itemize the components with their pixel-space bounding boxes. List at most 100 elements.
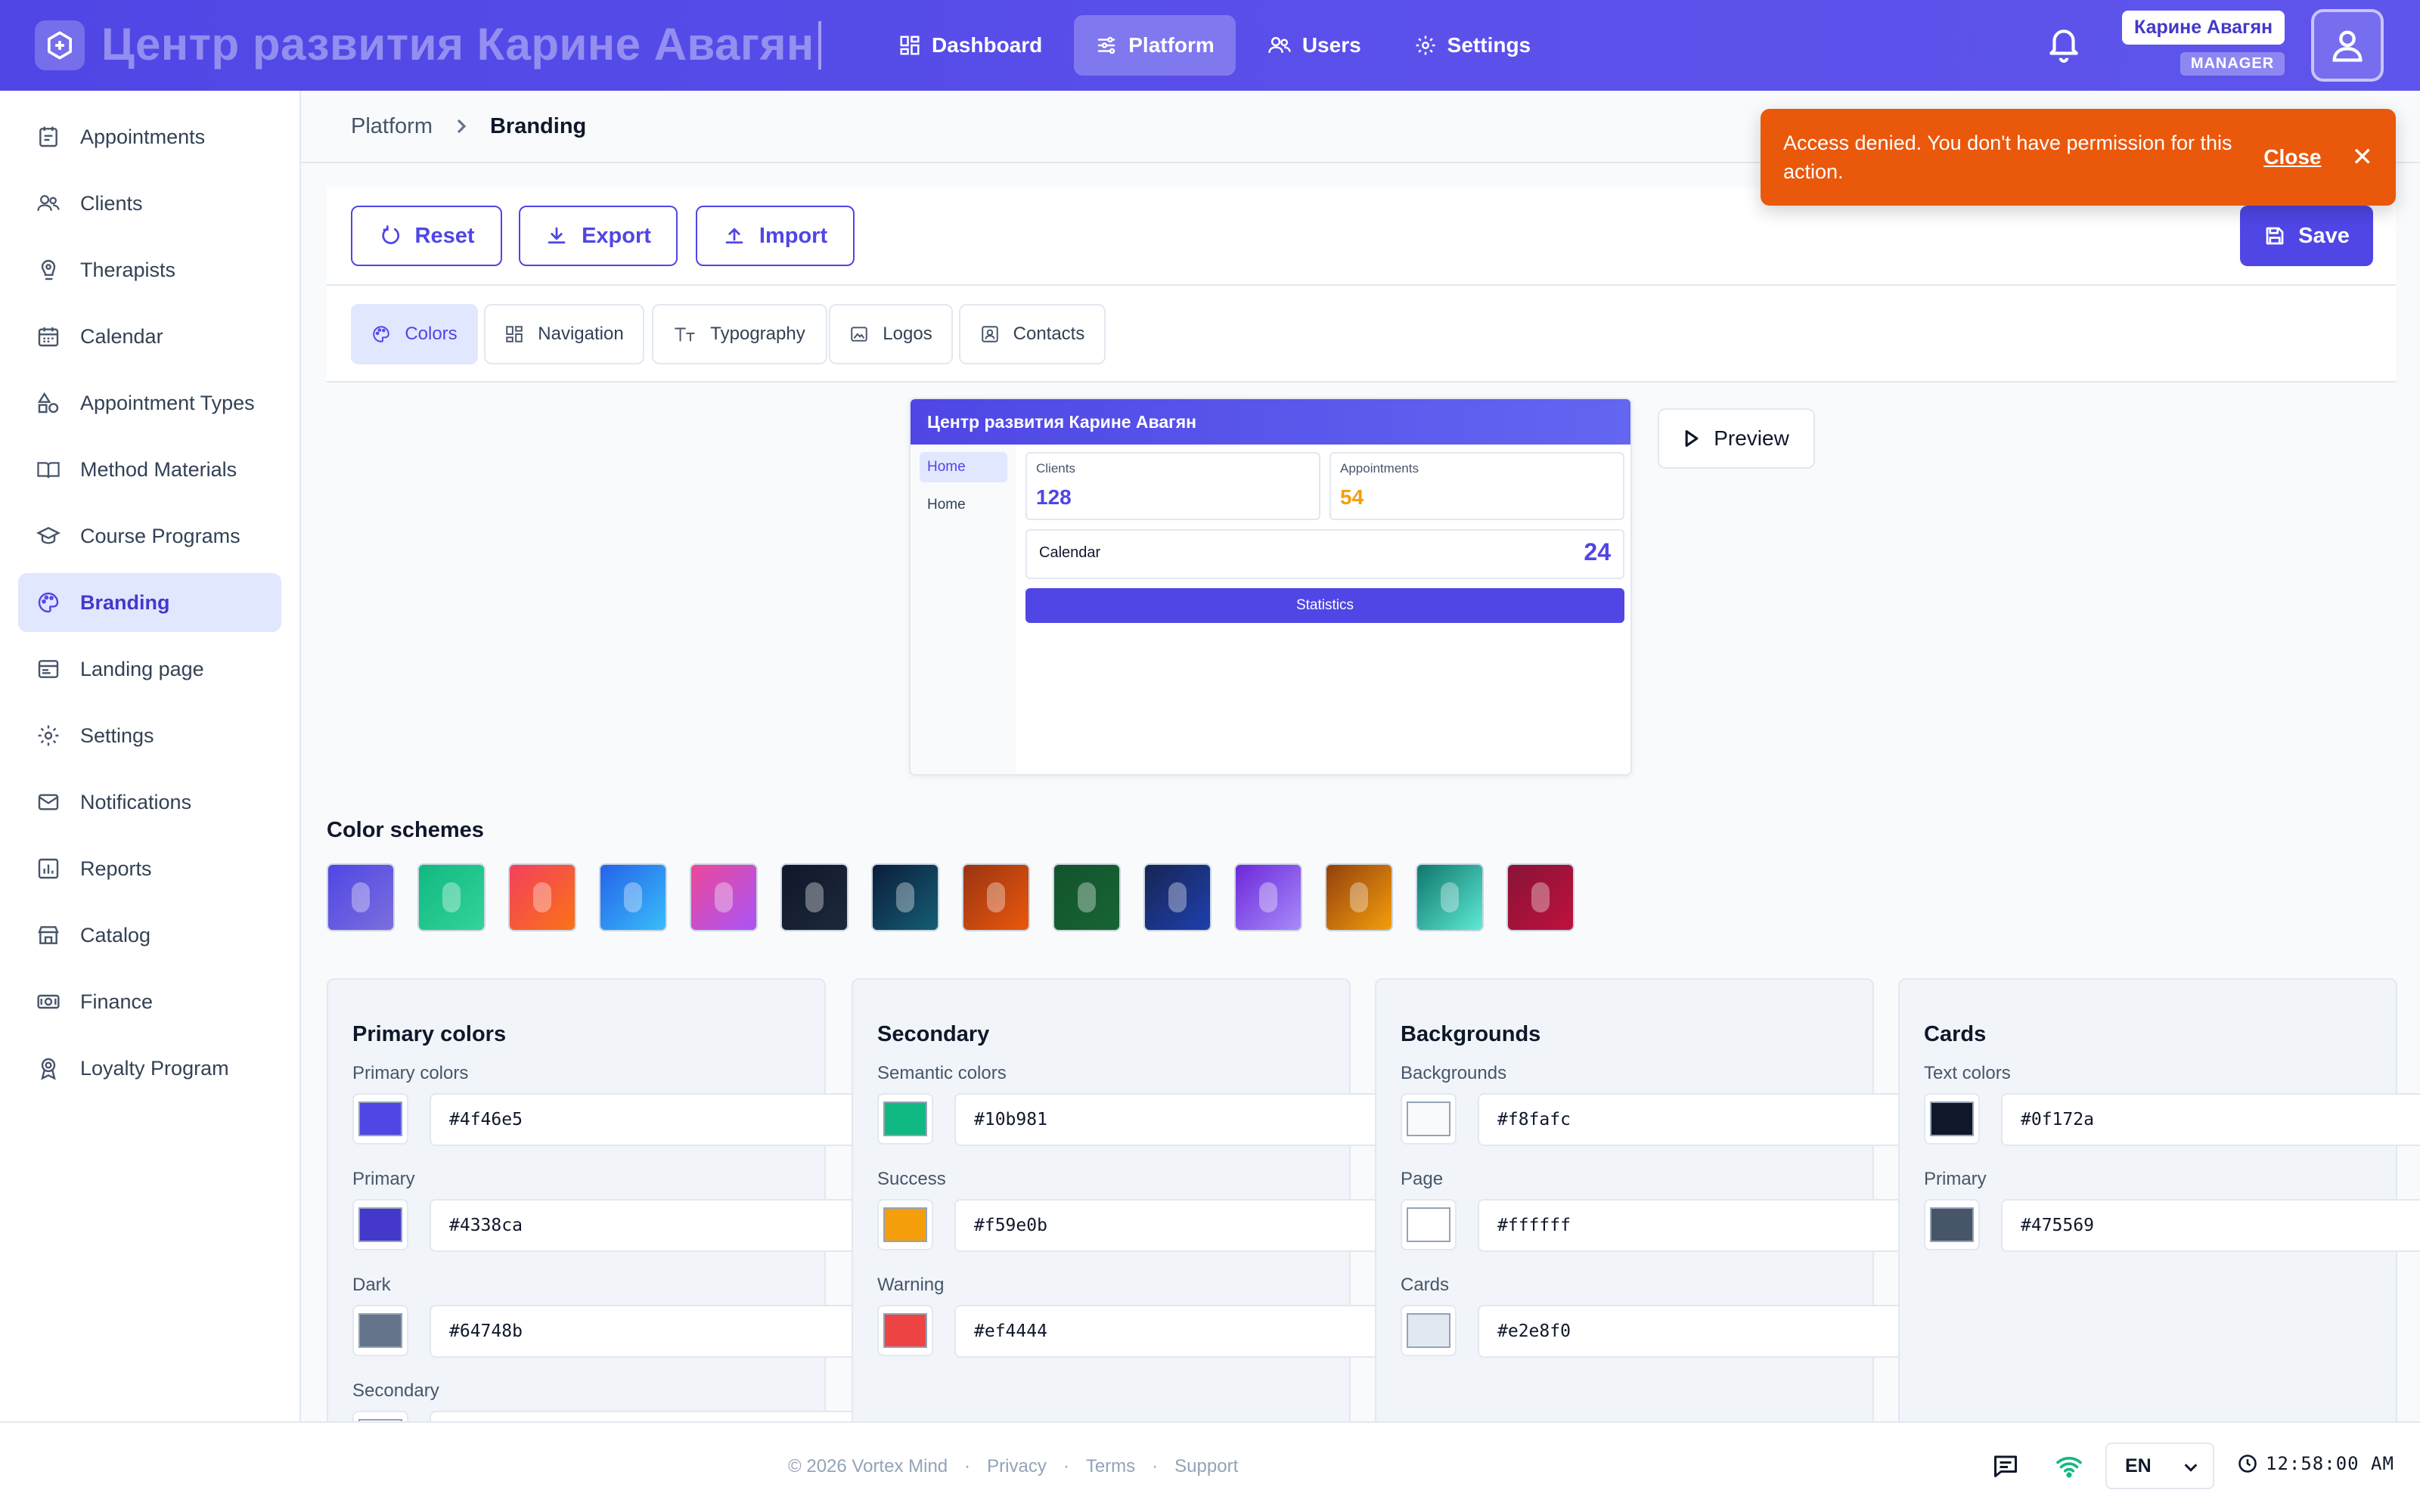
color-scheme-swatch[interactable] [871,863,939,931]
toast-close-link[interactable]: Close [2263,145,2321,169]
breadcrumb-root[interactable]: Platform [351,114,433,139]
color-scheme-swatch[interactable] [1506,863,1575,931]
color-scheme-swatch[interactable] [1053,863,1121,931]
sidebar-item-clients[interactable]: Clients [18,174,281,233]
terms-link[interactable]: Terms [1086,1456,1135,1477]
hex-color-input[interactable]: #ffffff [1478,1199,1925,1252]
nav-platform[interactable]: Platform [1074,15,1236,76]
sidebar-item-label: Loyalty Program [80,1056,229,1080]
color-scheme-swatch[interactable] [508,863,576,931]
notifications-button[interactable] [2045,23,2083,69]
privacy-link[interactable]: Privacy [987,1456,1047,1477]
sidebar-item-branding[interactable]: Branding [18,573,281,632]
color-scheme-swatch[interactable] [1234,863,1302,931]
color-scheme-swatch[interactable] [780,863,849,931]
sidebar-item-notifications[interactable]: Notifications [18,773,281,832]
sidebar-item-finance[interactable]: Finance [18,972,281,1031]
color-picker-chip[interactable] [877,1093,933,1145]
preview-button[interactable]: Preview [1658,408,1815,469]
color-scheme-list [327,863,1575,931]
hex-color-input[interactable]: #f8fafc [1478,1093,1925,1146]
tab-navigation[interactable]: Navigation [484,304,644,364]
sidebar-item-calendar[interactable]: Calendar [18,307,281,366]
color-picker-chip[interactable] [352,1093,408,1145]
hex-color-input[interactable]: #10b981 [954,1093,1402,1146]
support-link[interactable]: Support [1174,1456,1238,1477]
color-picker-chip[interactable] [877,1199,933,1250]
store-icon [38,926,59,944]
nav-platform-label: Platform [1128,33,1215,57]
hex-color-input[interactable]: #0f172a [2001,1093,2420,1146]
hex-color-input[interactable]: #475569 [2001,1199,2420,1252]
preview-header: Центр развития Карине Авагян [911,399,1630,445]
user-card[interactable]: Карине Авагян MANAGER [2122,11,2285,76]
app-logo[interactable] [35,20,85,70]
color-picker-chip[interactable] [1401,1093,1457,1145]
clock: 12:58:00 AM [2237,1453,2394,1474]
color-scheme-swatch[interactable] [1143,863,1212,931]
color-scheme-swatch[interactable] [690,863,758,931]
color-picker-chip[interactable] [1924,1093,1980,1145]
sidebar-item-therapists[interactable]: Therapists [18,240,281,299]
color-picker-chip[interactable] [1924,1199,1980,1250]
preview-button-label: Preview [1714,426,1789,450]
sidebar-item-label: Branding [80,590,170,614]
export-button[interactable]: Export [519,206,678,266]
hex-color-input[interactable]: #64748b [430,1305,877,1358]
sidebar-item-settings[interactable]: Settings [18,706,281,765]
avatar[interactable] [2311,9,2384,82]
chat-button[interactable] [1992,1453,2019,1483]
sidebar-item-label: Appointment Types [80,391,255,414]
preview-side-item: Home [927,497,966,513]
sidebar-item-landing-page[interactable]: Landing page [18,640,281,699]
sidebar-item-catalog[interactable]: Catalog [18,906,281,965]
close-icon[interactable]: ✕ [2352,142,2374,172]
user-name: Карине Авагян [2122,11,2285,45]
color-scheme-swatch[interactable] [417,863,486,931]
color-scheme-swatch[interactable] [962,863,1030,931]
sidebar-item-method-materials[interactable]: Method Materials [18,440,281,499]
color-picker-chip[interactable] [877,1305,933,1356]
save-button[interactable]: Save [2240,206,2373,266]
import-button[interactable]: Import [696,206,855,266]
color-field-label: Warning [877,1275,945,1295]
hex-color-input[interactable]: #e2e8f0 [1478,1305,1925,1358]
tab-colors[interactable]: Colors [351,304,478,364]
color-scheme-swatch[interactable] [599,863,667,931]
color-scheme-swatch[interactable] [1325,863,1393,931]
language-select[interactable]: EN [2105,1442,2214,1489]
swatch-marker [805,882,824,912]
sidebar-item-label: Therapists [80,258,176,281]
palette-icon [373,326,390,342]
tab-label: Contacts [1013,324,1085,344]
copyright: © 2026 Vortex Mind [788,1456,948,1476]
nav-settings[interactable]: Settings [1393,15,1552,76]
app-title: Центр развития Карине Авагян [101,19,814,70]
color-scheme-swatch[interactable] [1416,863,1484,931]
hex-color-input[interactable]: #ef4444 [954,1305,1402,1358]
sidebar-item-loyalty-program[interactable]: Loyalty Program [18,1039,281,1098]
color-picker-chip[interactable] [352,1199,408,1250]
sidebar-item-appointment-types[interactable]: Appointment Types [18,373,281,432]
hex-color-input[interactable]: #4338ca [430,1199,877,1252]
color-scheme-swatch[interactable] [327,863,395,931]
reset-button[interactable]: Reset [351,206,502,266]
sidebar-item-appointments[interactable]: Appointments [18,107,281,166]
sidebar-item-reports[interactable]: Reports [18,839,281,898]
color-picker-chip[interactable] [1401,1199,1457,1250]
nav-users[interactable]: Users [1246,15,1382,76]
tab-contacts[interactable]: Contacts [959,304,1106,364]
color-picker-chip[interactable] [1401,1305,1457,1356]
hex-color-input[interactable]: #f59e0b [954,1199,1402,1252]
color-picker-chip[interactable] [352,1305,408,1356]
tab-typography[interactable]: Typography [652,304,827,364]
tab-logos[interactable]: Logos [829,304,953,364]
color-chip-fill [358,1207,402,1242]
sidebar-item-label: Finance [80,990,154,1013]
play-icon [1685,430,1699,447]
nav-dashboard[interactable]: Dashboard [877,15,1063,76]
top-navigation: Dashboard Platform Users Settings [877,15,1552,76]
color-field-label: Text colors [1924,1063,2011,1083]
hex-color-input[interactable]: #4f46e5 [430,1093,877,1146]
sidebar-item-course-programs[interactable]: Course Programs [18,507,281,565]
